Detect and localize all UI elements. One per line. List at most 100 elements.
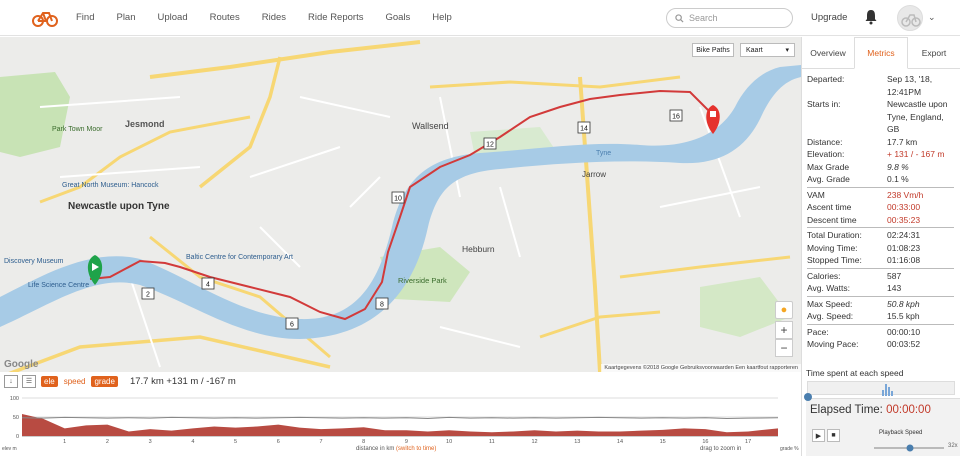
km-marker-12[interactable]: 12 [483, 137, 497, 150]
nav-item-routes[interactable]: Routes [210, 12, 240, 23]
metric-row: Avg. Watts: 143 [807, 282, 954, 295]
details-tabs: Overview Metrics Export [802, 37, 960, 69]
search-icon [675, 13, 684, 23]
nav-item-upload[interactable]: Upload [158, 12, 188, 23]
metrics-divider [807, 267, 954, 269]
x-tick-label: 4 [191, 439, 194, 445]
map-label: Discovery Museum [4, 258, 64, 265]
x-tick-label: 6 [277, 439, 280, 445]
progress-slider-handle[interactable] [804, 393, 812, 401]
x-tick-label: 2 [106, 439, 109, 445]
metrics-list: Departed: Sep 13, '18, 12:41PM Starts in: N… [802, 69, 960, 351]
metric-row: Descent time 00:35:23 [807, 214, 954, 227]
km-marker-label: 10 [394, 196, 402, 203]
metric-label: Max Speed: [807, 298, 853, 309]
bike-paths-button[interactable]: Bike Paths [692, 43, 734, 57]
play-button[interactable]: ▶ [812, 429, 825, 442]
metric-label: Starts in: [807, 99, 841, 109]
metric-label: Total Duration: [807, 230, 862, 240]
map-label: Baltic Centre for Contemporary Art [186, 254, 293, 261]
map-label: Life Science Centre [28, 282, 89, 289]
km-marker-label: 4 [206, 282, 210, 289]
elapsed-time: Elapsed Time: 00:00:00 [810, 404, 931, 416]
nav-item-goals[interactable]: Goals [385, 12, 410, 23]
map-attribution[interactable]: Kaartgegevens ©2018 Google Gebruiksvoorw… [601, 364, 801, 372]
upgrade-link[interactable]: Upgrade [811, 12, 847, 23]
search-input[interactable]: Search [666, 8, 793, 28]
zoom-in-button[interactable]: + [775, 321, 793, 339]
google-logo: Google [4, 359, 39, 370]
nav-item-ride-reports[interactable]: Ride Reports [308, 12, 363, 23]
metric-value: 00:03:52 [887, 339, 921, 349]
metric-value: 143 [887, 283, 902, 293]
km-marker-14[interactable]: 14 [577, 121, 591, 134]
elapsed-time-label: Elapsed Time: [810, 404, 883, 416]
metric-value: 02:24:31 [887, 230, 921, 240]
speed-histogram-bars [882, 384, 893, 396]
menu-icon[interactable]: ☰ [22, 374, 36, 388]
playback-speed-slider[interactable] [874, 443, 944, 453]
account-chevron-down-icon[interactable]: ⌄ [928, 12, 936, 23]
km-marker-16[interactable]: 16 [669, 109, 683, 122]
metric-value: 9.8 % [887, 161, 909, 172]
tab-export[interactable]: Export [908, 37, 960, 68]
nav-item-rides[interactable]: Rides [262, 12, 286, 23]
metric-row: Moving Time: 01:08:23 [807, 242, 954, 255]
km-marker-10[interactable]: 10 [391, 191, 405, 204]
playback-panel: Elapsed Time: 00:00:00 ▶ ■ Playback Spee… [806, 398, 960, 456]
x-tick-label: 15 [660, 439, 666, 445]
toggle-elevation[interactable]: ele [41, 375, 58, 387]
metric-label: Ascent time [807, 202, 852, 212]
metric-label: VAM [807, 189, 825, 200]
metrics-divider [807, 227, 954, 228]
km-marker-6[interactable]: 6 [285, 317, 299, 330]
map-canvas[interactable]: 2 4 6 8 10 12 14 16 Jesmond Wallsend Newcastle … [0, 37, 801, 372]
x-ticks: 1 2 3 4 5 6 7 8 9 10 11 12 13 14 15 16 17 [63, 439, 751, 445]
download-icon[interactable]: ↓ [4, 374, 18, 388]
x-tick-label: 10 [446, 439, 452, 445]
x-axis-label: distance in km (switch to time) [356, 446, 436, 452]
metric-value: 17.7 km [887, 136, 918, 147]
map-label: Jarrow [582, 170, 606, 179]
map-label: Newcastle upon Tyne [68, 201, 170, 212]
nav-item-find[interactable]: Find [76, 12, 94, 23]
user-avatar[interactable] [897, 5, 923, 31]
km-marker-8[interactable]: 8 [375, 297, 389, 310]
elevation-chart[interactable]: 100500 1 2 3 4 5 6 7 8 9 10 11 12 13 14 15 16 17 elev m … [0, 390, 801, 456]
zoom-out-button[interactable]: − [775, 339, 793, 357]
km-marker-label: 2 [146, 292, 150, 299]
metric-label: Moving Time: [807, 242, 858, 253]
metric-value: 15.5 kph [887, 311, 920, 321]
km-marker-4[interactable]: 4 [201, 277, 215, 290]
notification-bell-icon[interactable] [864, 9, 878, 25]
route-map[interactable]: 2 4 6 8 10 12 14 16 Jesmond Wallsend Newcastle … [0, 37, 801, 372]
km-marker-label: 8 [380, 302, 384, 309]
nav-item-help[interactable]: Help [432, 12, 452, 23]
toggle-speed[interactable]: speed [61, 376, 89, 387]
km-marker-2[interactable]: 2 [141, 287, 155, 300]
toggle-grade[interactable]: grade [91, 375, 118, 387]
x-tick-label: 16 [702, 439, 708, 445]
time-spent-heading: Time spent at each speed [806, 368, 904, 378]
tab-overview[interactable]: Overview [802, 37, 854, 68]
tab-metrics[interactable]: Metrics [854, 37, 908, 69]
nav-item-plan[interactable]: Plan [116, 12, 135, 23]
metric-row: Max Speed: 50.8 kph [807, 298, 954, 311]
y-tick-label: 0 [16, 434, 19, 440]
map-label: Wallsend [412, 121, 449, 131]
chart-toolbar: ↓ ☰ ele speed grade 17.7 km +131 m / -16… [0, 372, 801, 390]
map-label: Park Town Moor [52, 126, 103, 133]
top-navigation-bar: Find Plan Upload Routes Rides Ride Reports Goa… [0, 0, 960, 36]
map-type-select[interactable]: Kaart ▾ [740, 43, 795, 57]
x-tick-label: 5 [234, 439, 237, 445]
logo-bike-icon[interactable] [32, 9, 58, 27]
km-marker-label: 14 [580, 126, 588, 133]
metric-row: VAM 238 Vm/h [807, 189, 954, 202]
metric-row: Total Duration: 02:24:31 [807, 229, 954, 242]
metric-value: 00:35:23 [887, 214, 921, 225]
metric-value: 01:08:23 [887, 242, 921, 253]
avatar-bike-icon [901, 14, 921, 27]
metric-label: Moving Pace: [807, 339, 859, 349]
stop-button[interactable]: ■ [827, 429, 840, 442]
pegman-icon[interactable]: ● [775, 301, 793, 319]
